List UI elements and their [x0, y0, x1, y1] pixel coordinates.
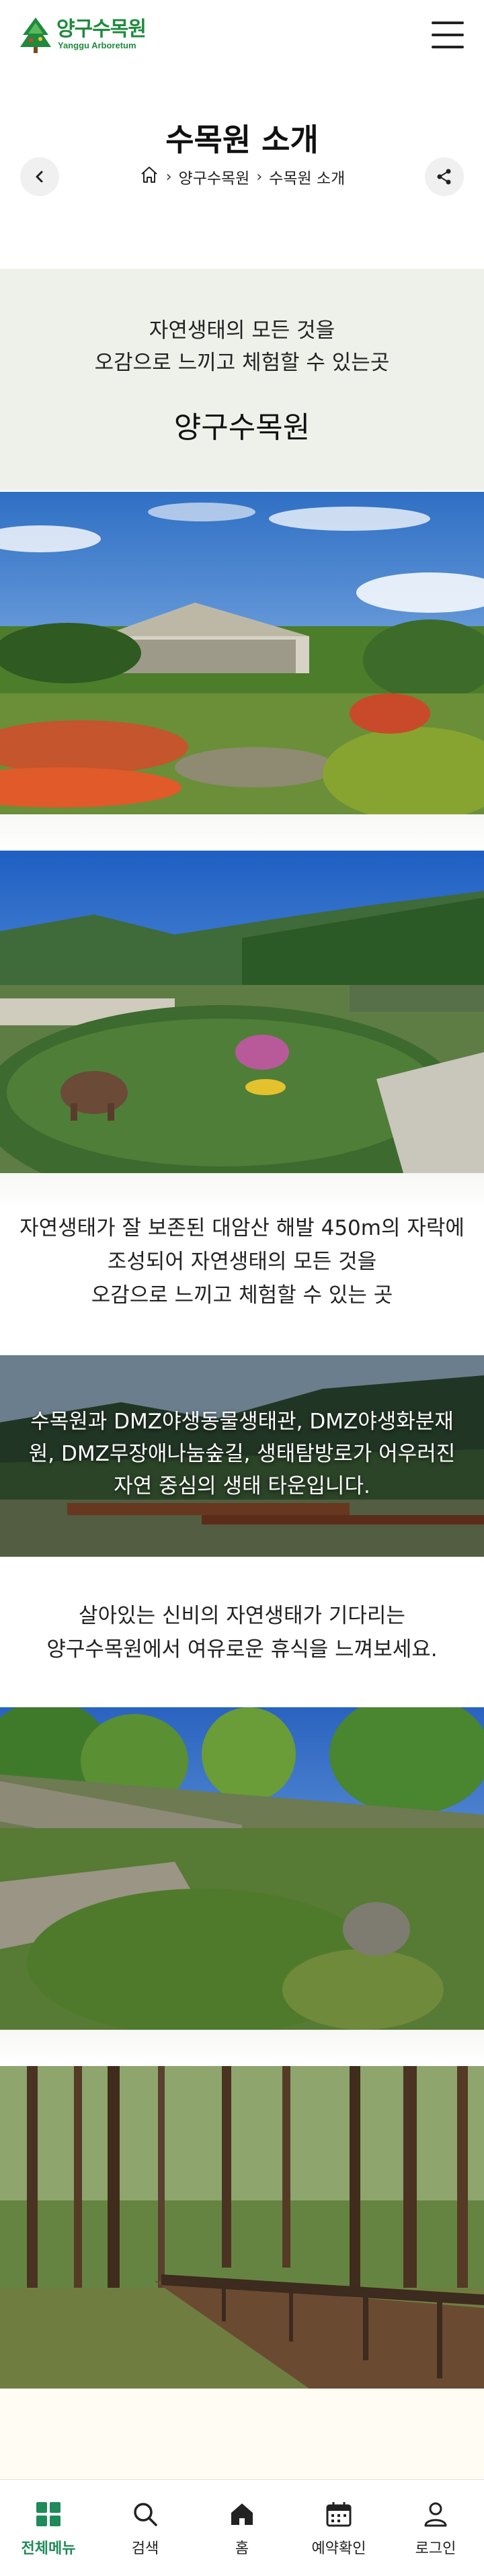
- calendar-icon: [323, 2499, 354, 2530]
- home-icon[interactable]: [139, 165, 159, 189]
- photo-eco-town-banner: 수목원과 DMZ야생동물생태관, DMZ야생화분재 원, DMZ무장애나눔숲길,…: [0, 1355, 484, 1557]
- caption-line-1: 수목원과 DMZ야생동물생태관, DMZ야생화분재: [30, 1410, 454, 1434]
- home-icon: [227, 2499, 257, 2530]
- chevron-right-icon: ›: [256, 168, 263, 185]
- nav-search[interactable]: 검색: [97, 2480, 194, 2576]
- nav-label-reservation: 예약확인: [311, 2540, 366, 2557]
- breadcrumb-item-current: 수목원 소개: [269, 170, 346, 187]
- nav-home[interactable]: 홈: [194, 2480, 290, 2576]
- breadcrumb: › 양구수목원 › 수목원 소개: [0, 159, 484, 195]
- intro-line-2: 오감으로 느끼고 체험할 수 있는곳: [94, 351, 390, 375]
- bottom-navigation: 전체메뉴 검색 홈 예약확인 로그인: [0, 2479, 484, 2576]
- invitation-line-2: 양구수목원에서 여유로운 휴식을 느껴보세요.: [46, 1637, 438, 1662]
- section-spacer: [0, 2030, 484, 2066]
- page-title: 수목원 소개: [165, 122, 319, 158]
- description-line-3: 오감으로 느끼고 체험할 수 있는 곳: [91, 1283, 393, 1307]
- description-block-location: 자연생태가 잘 보존된 대암산 해발 450m의 자락에 조성되어 자연생태의 …: [0, 1211, 484, 1312]
- nav-label-search: 검색: [131, 2540, 159, 2557]
- intro-section: 자연생태의 모든 것을 오감으로 느끼고 체험할 수 있는곳 양구수목원: [0, 269, 484, 490]
- search-icon: [130, 2499, 161, 2530]
- photo-greenhouse: [0, 492, 484, 814]
- caption-line-2: 원, DMZ무장애나눔숲길, 생태탐방로가 어우러진: [28, 1442, 456, 1466]
- share-button[interactable]: [425, 157, 464, 196]
- section-spacer: [0, 814, 484, 851]
- grid-icon: [33, 2499, 64, 2530]
- intro-arboretum-name: 양구수목원: [173, 411, 311, 445]
- share-icon: [437, 169, 451, 185]
- user-icon: [420, 2499, 451, 2530]
- nav-login[interactable]: 로그인: [387, 2480, 484, 2576]
- photo-forest-boardwalk: [0, 2066, 484, 2389]
- photo-valley-grasses: [0, 1707, 484, 2030]
- description-block-invitation: 살아있는 신비의 자연생태가 기다리는 양구수목원에서 여유로운 휴식을 느껴보…: [0, 1599, 484, 1666]
- description-line-2: 조성되어 자연생태의 모든 것을: [107, 1250, 377, 1274]
- site-logo[interactable]: 양구수목원 Yanggu Arboretum: [19, 15, 173, 55]
- nav-reservation[interactable]: 예약확인: [290, 2480, 387, 2576]
- description-line-1: 자연생태가 잘 보존된 대암산 해발 450m의 자락에: [19, 1216, 465, 1240]
- photo-garden-field: [0, 851, 484, 1173]
- intro-line-1: 자연생태의 모든 것을: [149, 318, 335, 343]
- caption-line-3: 자연 중심의 생태 타운입니다.: [114, 1474, 370, 1498]
- chevron-right-icon: ›: [165, 168, 172, 185]
- nav-all-menu[interactable]: 전체메뉴: [0, 2480, 97, 2576]
- bottom-spacer: [0, 2389, 484, 2479]
- page-title-area: 수목원 소개 › 양구수목원 › 수목원 소개: [0, 74, 484, 269]
- logo-korean-text: 양구수목원: [56, 17, 147, 41]
- invitation-line-1: 살아있는 신비의 자연생태가 기다리는: [79, 1604, 405, 1628]
- nav-label-home: 홈: [235, 2540, 249, 2557]
- logo-english-text: Yanggu Arboretum: [58, 40, 136, 50]
- site-header: 양구수목원 Yanggu Arboretum: [0, 0, 484, 74]
- section-spacer: [0, 1173, 484, 1211]
- eco-town-caption: 수목원과 DMZ야생동물생태관, DMZ야생화분재 원, DMZ무장애나눔숲길,…: [20, 1406, 464, 1502]
- menu-hamburger-icon[interactable]: [432, 22, 464, 48]
- nav-label-login: 로그인: [415, 2540, 456, 2557]
- breadcrumb-item-arboretum[interactable]: 양구수목원: [179, 165, 250, 188]
- logo-tree-icon: [19, 16, 52, 54]
- nav-label-all-menu: 전체메뉴: [21, 2540, 76, 2557]
